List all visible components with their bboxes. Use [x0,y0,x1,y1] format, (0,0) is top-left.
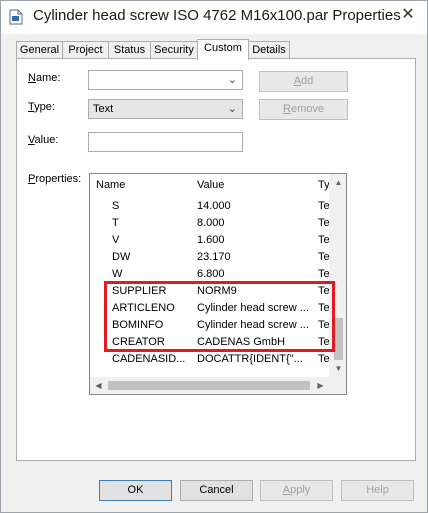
tab-status[interactable]: Status [108,41,151,59]
row-name: V [112,234,120,246]
row-value: 8.000 [197,217,225,229]
list-item[interactable]: SUPPLIER NORM9 Te [90,283,334,300]
row-name: BOMINFO [112,319,164,331]
cancel-button[interactable]: Cancel [180,480,253,501]
name-combobox[interactable]: ⌄ [88,70,243,90]
tab-project[interactable]: Project [62,41,109,59]
column-header-name[interactable]: Name [96,179,125,191]
type-label-text: ype: [34,101,55,113]
chevron-down-icon[interactable]: ⌄ [228,102,237,115]
row-value: 1.600 [197,234,225,246]
list-item[interactable]: CADENASID... DOCATTR{IDENT{"... Te [90,351,334,368]
value-label-text: alue: [34,134,59,146]
remove-label-text: emove [290,103,324,115]
list-item[interactable]: CREATOR CADENAS GmbH Te [90,334,334,351]
apply-button[interactable]: Apply [260,480,333,501]
tab-general[interactable]: General [16,41,63,59]
list-item[interactable]: V 1.600 Te [90,232,334,249]
name-label-accel: N [28,72,36,84]
row-value: 14.000 [197,200,231,212]
tab-security[interactable]: Security [150,41,198,59]
list-item[interactable]: S 14.000 Te [90,198,334,215]
row-value: 6.800 [197,268,225,280]
properties-label: Properties: [28,173,81,185]
row-name: CADENASID... [112,353,186,365]
scroll-down-icon[interactable]: ▼ [330,360,346,377]
row-name: W [112,268,123,280]
name-label: Name: [28,72,60,84]
row-value: NORM9 [197,285,237,297]
list-item[interactable]: T 8.000 Te [90,215,334,232]
list-item[interactable]: DW 23.170 Te [90,249,334,266]
row-value: CADENAS GmbH [197,336,286,348]
title-bar[interactable]: Cylinder head screw ISO 4762 M16x100.par… [1,1,427,34]
horizontal-scrollbar[interactable]: ◀ ▶ [90,377,346,394]
add-label-text: dd [301,75,314,87]
row-name: ARTICLENO [112,302,175,314]
tab-strip: General Project Status Security Custom D… [16,39,416,60]
chevron-down-icon[interactable]: ⌄ [228,73,237,86]
tab-details[interactable]: Details [248,41,290,59]
row-value: DOCATTR{IDENT{"... [197,353,303,365]
listview-header: Name Value Ty [90,174,346,196]
tab-custom[interactable]: Custom [197,39,249,60]
horizontal-scroll-thumb[interactable] [108,381,310,390]
column-header-value[interactable]: Value [197,179,224,191]
row-name: SUPPLIER [112,285,167,297]
row-value: 23.170 [197,251,231,263]
value-input[interactable] [88,132,243,152]
apply-label-text: pply [290,484,311,496]
scroll-right-icon[interactable]: ▶ [312,377,329,394]
type-select[interactable]: Text ⌄ [88,99,243,119]
properties-dialog: Cylinder head screw ISO 4762 M16x100.par… [0,0,428,513]
name-label-text: ame: [35,72,61,84]
row-name: S [112,200,120,212]
ok-button[interactable]: OK [99,480,172,501]
tab-label: Status [113,44,146,56]
close-button[interactable]: ✕ [393,3,423,25]
close-icon: ✕ [401,6,415,23]
properties-listview[interactable]: Name Value Ty S 14.000 Te T 8.000 Te V 1.600 T… [89,173,347,395]
type-value: Text [93,103,114,115]
row-value: Cylinder head screw ... [197,302,309,314]
list-item[interactable]: BOMINFO Cylinder head screw ... Te [90,317,334,334]
help-button[interactable]: Help [341,480,414,501]
row-name: T [112,217,119,229]
apply-label-accel: A [282,484,291,496]
scroll-corner [329,377,346,394]
tab-label: General [19,44,60,56]
tab-label: Details [252,44,286,56]
type-label: Type: [28,101,55,113]
value-label: Value: [28,134,58,146]
document-icon [9,9,23,25]
column-header-type[interactable]: Ty [318,179,330,191]
row-value: Cylinder head screw ... [197,319,309,331]
tab-label: Security [154,44,194,56]
scroll-left-icon[interactable]: ◀ [90,377,107,394]
add-label-accel: A [293,75,302,87]
row-name: CREATOR [112,336,165,348]
vertical-scrollbar[interactable]: ▲ ▼ [329,174,346,377]
scroll-up-icon[interactable]: ▲ [330,174,346,191]
remove-label-accel: R [283,103,291,115]
list-item[interactable]: W 6.800 Te [90,266,334,283]
remove-button[interactable]: Remove [259,99,348,120]
row-name: DW [112,251,131,263]
add-button[interactable]: Add [259,71,348,92]
list-item[interactable]: ARTICLENO Cylinder head screw ... Te [90,300,334,317]
vertical-scroll-thumb[interactable] [334,318,343,360]
properties-label-text: roperties: [35,173,82,185]
tab-label: Custom [204,42,242,54]
window-title: Cylinder head screw ISO 4762 M16x100.par… [33,7,401,24]
tab-label: Project [68,44,103,56]
